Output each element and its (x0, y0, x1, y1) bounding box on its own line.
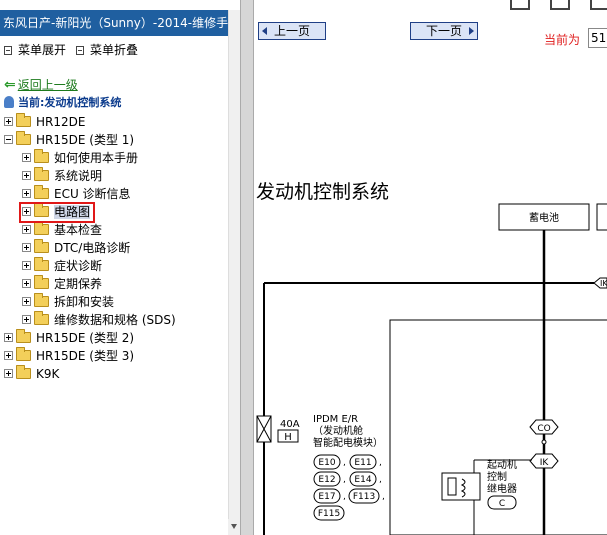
expand-toggle-icon[interactable] (22, 279, 31, 288)
svg-text:,: , (382, 492, 385, 502)
expand-toggle-icon[interactable] (4, 369, 13, 378)
selection-highlight-box (19, 202, 95, 223)
page-toolbar: 上一页 下一页 当前为 511 (254, 10, 607, 50)
svg-text:E12: E12 (318, 475, 335, 485)
expand-toggle-icon[interactable] (22, 171, 31, 180)
folder-open-icon (16, 131, 31, 145)
tree-node-symptom-diagnosis[interactable]: 症状诊断 (22, 257, 102, 275)
fuse-code: H (284, 432, 292, 443)
manual-title: 东风日产-新阳光（Sunny）-2014-维修手册 (0, 10, 228, 36)
svg-text:,: , (343, 492, 346, 502)
window-list-icon[interactable] (590, 0, 607, 10)
tree-node-hr15de-type3[interactable]: HR15DE (类型 3) (4, 347, 134, 365)
next-page-button[interactable]: 下一页 (410, 22, 478, 40)
svg-text:E17: E17 (318, 492, 335, 502)
tree-node-removal-installation[interactable]: 拆卸和安装 (22, 293, 114, 311)
svg-text:IK: IK (540, 458, 550, 468)
svg-text:E10: E10 (318, 458, 335, 468)
tree-node-basic-inspection[interactable]: 基本检查 (22, 221, 102, 239)
tree-node-dtc-diagnosis[interactable]: DTC/电路诊断 (22, 239, 130, 257)
ik-tag-right-label: IK (600, 279, 607, 288)
battery-label: 蓄电池 (529, 211, 559, 224)
ipdm-label-line1: IPDM E/R (313, 414, 358, 425)
svg-text:CO: CO (537, 424, 550, 434)
scroll-down-arrow-icon[interactable] (228, 519, 240, 535)
location-icon (4, 96, 14, 108)
folder-icon (34, 257, 49, 271)
expand-icon (4, 46, 12, 55)
expand-toggle-icon[interactable] (22, 297, 31, 306)
tree-node-how-to-use[interactable]: 如何使用本手册 (22, 149, 138, 167)
folder-icon (16, 113, 31, 127)
back-link[interactable]: ⇐ 返回上一级 (4, 77, 78, 93)
expand-menu-button[interactable]: 菜单展开 (4, 42, 66, 58)
folder-icon (34, 311, 49, 325)
tree-node-hr15de-type2[interactable]: HR15DE (类型 2) (4, 329, 134, 347)
relay-label-line2: 控制 (487, 470, 507, 483)
svg-text:,: , (343, 458, 346, 468)
svg-text:,: , (379, 475, 382, 485)
folder-icon (16, 347, 31, 361)
ipdm-label-line3: 智能配电模块） (313, 436, 383, 449)
svg-text:E11: E11 (354, 458, 371, 468)
tree-node-k9k[interactable]: K9K (4, 365, 59, 383)
relay-label-line3: 继电器 (487, 482, 517, 495)
arrow-right-icon (469, 27, 474, 35)
vertical-scrollbar[interactable] (228, 10, 240, 535)
expand-toggle-icon[interactable] (4, 333, 13, 342)
partial-component-box (596, 203, 607, 231)
navigation-panel: 东风日产-新阳光（Sunny）-2014-维修手册 菜单展开 菜单折叠 ⇐ 返回上… (0, 0, 240, 535)
expand-toggle-icon[interactable] (22, 315, 31, 324)
tree-node-periodic-maintenance[interactable]: 定期保养 (22, 275, 102, 293)
svg-text:F113: F113 (353, 492, 375, 502)
svg-text:,: , (343, 475, 346, 485)
svg-text:E14: E14 (354, 475, 371, 485)
svg-text:C: C (499, 499, 505, 509)
folder-icon (16, 329, 31, 343)
tree-node-sds[interactable]: 维修数据和规格 (SDS) (22, 311, 176, 329)
collapse-icon (76, 46, 84, 55)
tree-node-hr15de-type1[interactable]: HR15DE (类型 1) (4, 131, 134, 149)
arrow-left-icon (262, 27, 267, 35)
expand-toggle-icon[interactable] (4, 117, 13, 126)
folder-icon (34, 221, 49, 235)
folder-icon (34, 167, 49, 181)
expand-toggle-icon[interactable] (4, 351, 13, 360)
folder-icon (16, 365, 31, 379)
current-page-label: 当前为 (544, 33, 581, 47)
wiring-diagram: 发动机控制系统 蓄电池 IK 40A H IPDM E/R （发动机舱 智能配电… (254, 50, 607, 535)
folder-icon (34, 149, 49, 163)
tree-node-ecu-diagnosis[interactable]: ECU 诊断信息 (22, 185, 131, 203)
fuse-rating: 40A (280, 419, 300, 430)
svg-text:,: , (379, 458, 382, 468)
expand-toggle-icon[interactable] (22, 261, 31, 270)
expand-toggle-icon[interactable] (22, 225, 31, 234)
expand-toggle-icon[interactable] (22, 189, 31, 198)
prev-page-button[interactable]: 上一页 (258, 22, 326, 40)
current-page-input[interactable]: 511 (588, 28, 607, 48)
window-split-icon[interactable] (550, 0, 570, 10)
tree-node-hr12de[interactable]: HR12DE (4, 113, 85, 131)
wiring-diagram-svg: 发动机控制系统 蓄电池 IK 40A H IPDM E/R （发动机舱 智能配电… (256, 181, 607, 535)
folder-icon (34, 293, 49, 307)
folder-icon (34, 239, 49, 253)
expand-toggle-icon[interactable] (22, 243, 31, 252)
panel-splitter[interactable] (240, 0, 254, 535)
collapse-toggle-icon[interactable] (4, 135, 13, 144)
relay-label-line1: 起动机 (487, 458, 517, 471)
svg-text:F115: F115 (318, 509, 340, 519)
folder-icon (34, 275, 49, 289)
tree-node-system-description[interactable]: 系统说明 (22, 167, 102, 185)
folder-icon (34, 185, 49, 199)
collapse-menu-button[interactable]: 菜单折叠 (76, 42, 138, 58)
diagram-title: 发动机控制系统 (256, 181, 389, 203)
expand-toggle-icon[interactable] (22, 153, 31, 162)
ipdm-label-line2: （发动机舱 (313, 424, 363, 437)
content-area: 上一页 下一页 当前为 511 发动机控制系统 蓄电池 IK (254, 0, 607, 535)
window-icon[interactable] (510, 0, 530, 10)
back-arrow-icon: ⇐ (4, 77, 16, 93)
junction-dot (541, 439, 547, 445)
current-location: 当前:发动机控制系统 (4, 95, 121, 111)
